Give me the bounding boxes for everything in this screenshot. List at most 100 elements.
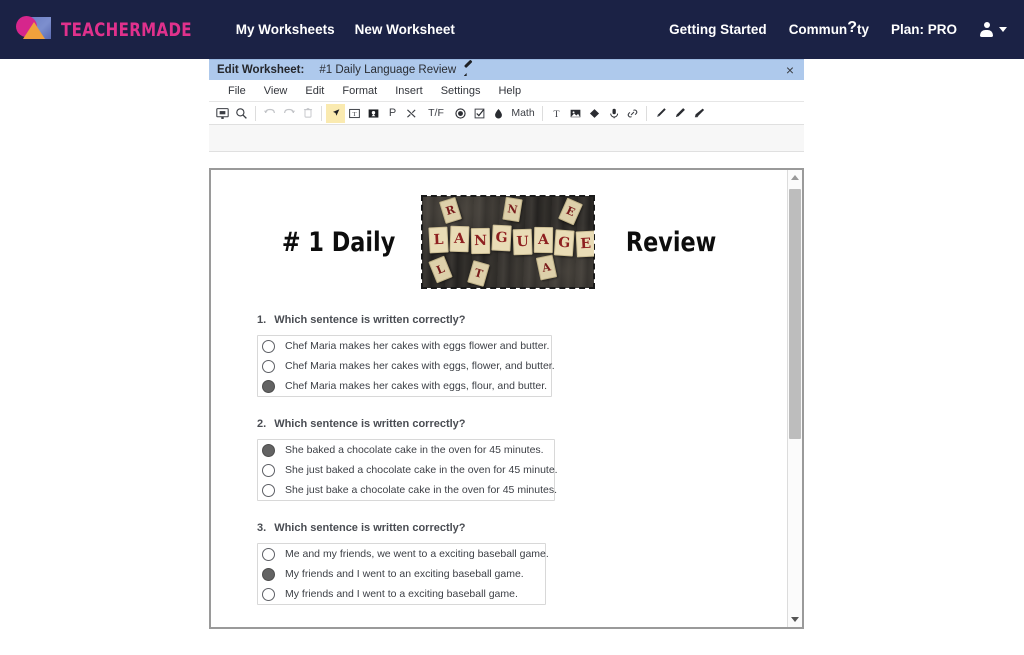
brand-logo[interactable]: TEACHERMADE xyxy=(16,10,210,50)
nav-new-worksheet[interactable]: New Worksheet xyxy=(355,22,455,37)
worksheet-scrollbar[interactable] xyxy=(787,170,802,627)
radio-button-selected-icon[interactable] xyxy=(262,379,275,393)
question-block: 1. Which sentence is written correctly? … xyxy=(257,314,787,397)
paragraph-icon[interactable]: P xyxy=(383,104,402,123)
scatter-tile: E xyxy=(558,197,584,226)
radio-button-selected-icon[interactable] xyxy=(262,443,275,457)
user-avatar-icon xyxy=(979,22,994,37)
menu-file[interactable]: File xyxy=(219,82,255,100)
chevron-down-icon xyxy=(999,27,1007,32)
eraser-icon[interactable] xyxy=(689,104,708,123)
community-prefix: Commun xyxy=(788,21,848,37)
letter-tile: E xyxy=(576,230,595,258)
toolbar-divider xyxy=(255,105,256,121)
letter-tile: G xyxy=(554,229,576,257)
shuffle-icon[interactable] xyxy=(402,104,421,123)
scroll-down-arrow-icon[interactable] xyxy=(788,612,803,627)
pencil-icon[interactable] xyxy=(463,65,474,76)
radio-button-selected-icon[interactable] xyxy=(262,567,275,581)
checkbox-icon[interactable] xyxy=(470,104,489,123)
account-menu[interactable] xyxy=(979,22,1007,37)
answer-option[interactable]: She just bake a chocolate cake in the ov… xyxy=(258,480,558,500)
pen-icon[interactable] xyxy=(651,104,670,123)
answer-option[interactable]: My friends and I went to an exciting bas… xyxy=(258,564,545,584)
menu-help[interactable]: Help xyxy=(489,82,530,100)
answer-option[interactable]: She baked a chocolate cake in the oven f… xyxy=(258,440,554,460)
nav-getting-started[interactable]: Getting Started xyxy=(669,22,767,37)
scatter-tile: L xyxy=(428,255,454,284)
zoom-icon[interactable] xyxy=(232,104,251,123)
scroll-thumb[interactable] xyxy=(788,189,801,439)
undo-icon[interactable] xyxy=(260,104,279,123)
nav-community[interactable]: Commun?ty xyxy=(788,19,869,39)
worksheet-title-left: # 1 Daily xyxy=(282,226,396,258)
letter-tile: A xyxy=(450,225,470,253)
radio-button-icon[interactable] xyxy=(262,587,275,601)
letter-tile: L xyxy=(428,226,450,254)
nav-my-worksheets[interactable]: My Worksheets xyxy=(236,22,335,37)
highlighter-icon[interactable] xyxy=(670,104,689,123)
image-icon[interactable] xyxy=(566,104,585,123)
worksheet-page[interactable]: # 1 Daily L T A E R N L A N G U A G E Re… xyxy=(211,170,787,627)
svg-text:T: T xyxy=(353,110,357,117)
question-prompt: 2. Which sentence is written correctly? xyxy=(257,418,787,430)
close-icon[interactable]: × xyxy=(784,63,796,77)
toolbar-options-strip xyxy=(209,125,804,152)
scrollbar-track[interactable] xyxy=(788,185,803,612)
answer-option[interactable]: Chef Maria makes her cakes with eggs, fl… xyxy=(258,376,551,396)
edit-worksheet-label: Edit Worksheet: xyxy=(217,64,305,76)
true-false-icon[interactable]: T/F xyxy=(421,104,451,123)
delete-icon[interactable] xyxy=(298,104,317,123)
editor-toolbar: T P T/F Math T xyxy=(209,102,804,125)
worksheet-title-right: Review xyxy=(626,226,717,258)
nav-plan-pro[interactable]: Plan: PRO xyxy=(891,22,957,37)
nav-links-left: My Worksheets New Worksheet xyxy=(236,22,455,37)
brand-name: TEACHERMADE xyxy=(61,18,192,41)
answer-option[interactable]: Chef Maria makes her cakes with eggs, fl… xyxy=(258,356,555,376)
radio-button-icon[interactable] xyxy=(262,547,275,561)
droplet-icon[interactable] xyxy=(489,104,508,123)
answer-option-label: Chef Maria makes her cakes with eggs, fl… xyxy=(285,380,548,392)
answer-option[interactable]: Me and my friends, we went to a exciting… xyxy=(258,544,549,564)
radio-button-icon[interactable] xyxy=(262,359,275,373)
toolbar-divider xyxy=(321,105,322,121)
scatter-tile: T xyxy=(467,260,491,287)
answer-option[interactable]: She just baked a chocolate cake in the o… xyxy=(258,460,558,480)
language-scrabble-tiles-image[interactable]: L T A E R N L A N G U A G E xyxy=(421,195,596,289)
answer-option-label: She just bake a chocolate cake in the ov… xyxy=(285,484,558,496)
audio-recording-icon[interactable] xyxy=(604,104,623,123)
menu-settings[interactable]: Settings xyxy=(432,82,490,100)
present-mode-icon[interactable] xyxy=(213,104,232,123)
question-prompt: 1. Which sentence is written correctly? xyxy=(257,314,787,326)
worksheet-editor-panel: Edit Worksheet: #1 Daily Language Review… xyxy=(209,59,804,152)
radio-button-icon[interactable] xyxy=(262,483,275,497)
select-cursor-icon[interactable] xyxy=(326,103,345,123)
menu-format[interactable]: Format xyxy=(333,82,386,100)
answer-option-label: She baked a chocolate cake in the oven f… xyxy=(285,444,544,456)
question-text: Which sentence is written correctly? xyxy=(274,418,466,430)
language-tiles-row: L A N G U A G E xyxy=(428,224,595,258)
menu-edit[interactable]: Edit xyxy=(296,82,333,100)
link-icon[interactable] xyxy=(623,104,642,123)
radio-button-icon[interactable] xyxy=(262,339,275,353)
answer-option-label: Chef Maria makes her cakes with eggs, fl… xyxy=(285,360,555,372)
toolbar-divider xyxy=(542,105,543,121)
question-number: 2. xyxy=(257,418,267,430)
menu-view[interactable]: View xyxy=(255,82,297,100)
question-number: 1. xyxy=(257,314,267,326)
scroll-up-arrow-icon[interactable] xyxy=(788,170,803,185)
answer-option-label: Chef Maria makes her cakes with eggs flo… xyxy=(285,340,550,352)
shape-icon[interactable] xyxy=(585,104,604,123)
question-prompt: 3. Which sentence is written correctly? xyxy=(257,522,787,534)
answer-option[interactable]: My friends and I went to a exciting base… xyxy=(258,584,545,604)
radio-button-icon[interactable] xyxy=(262,463,275,477)
text-box-icon[interactable]: T xyxy=(345,104,364,123)
dropdown-field-icon[interactable] xyxy=(364,104,383,123)
math-icon[interactable]: Math xyxy=(508,104,538,123)
svg-text:T: T xyxy=(554,109,560,120)
menu-insert[interactable]: Insert xyxy=(386,82,432,100)
radio-button-icon[interactable] xyxy=(451,104,470,123)
redo-icon[interactable] xyxy=(279,104,298,123)
answer-option[interactable]: Chef Maria makes her cakes with eggs flo… xyxy=(258,336,551,356)
text-icon[interactable]: T xyxy=(547,104,566,123)
